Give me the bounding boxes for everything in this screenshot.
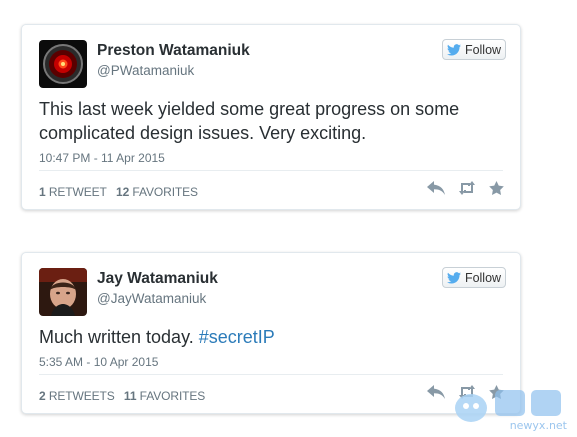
avatar[interactable] — [39, 40, 87, 88]
tweet-timestamp[interactable]: 5:35 AM - 10 Apr 2015 — [39, 355, 158, 369]
tweet-card-2: Jay Watamaniuk @JayWatamaniuk Follow Muc… — [21, 252, 521, 414]
author-handle[interactable]: @PWatamaniuk — [97, 63, 194, 78]
author-handle[interactable]: @JayWatamaniuk — [97, 291, 206, 306]
tweet-stats: 2 RETWEETS 11 FAVORITES — [39, 389, 205, 403]
favorite-label[interactable]: FAVORITES — [132, 185, 198, 199]
reply-icon[interactable] — [427, 385, 445, 404]
follow-button[interactable]: Follow — [442, 39, 506, 60]
retweet-icon[interactable] — [457, 385, 477, 404]
author-name[interactable]: Preston Watamaniuk — [97, 42, 250, 60]
tweet-actions — [427, 385, 504, 404]
tweet-text-prefix: Much written today. — [39, 327, 199, 347]
tweet-stats: 1 RETWEET 12 FAVORITES — [39, 185, 198, 199]
hashtag-link[interactable]: #secretIP — [199, 327, 275, 347]
favorite-count[interactable]: 11 — [124, 389, 137, 403]
divider — [39, 170, 503, 171]
twitter-bird-icon — [446, 271, 461, 284]
divider — [39, 374, 503, 375]
tweet-actions — [427, 181, 504, 200]
retweet-count[interactable]: 2 — [39, 389, 46, 403]
tweet-card-1: Preston Watamaniuk @PWatamaniuk Follow T… — [21, 24, 521, 210]
reply-icon[interactable] — [427, 181, 445, 200]
follow-label: Follow — [464, 42, 502, 57]
retweet-count[interactable]: 1 — [39, 185, 46, 199]
avatar[interactable] — [39, 268, 87, 316]
retweet-label[interactable]: RETWEET — [49, 185, 107, 199]
retweet-label[interactable]: RETWEETS — [49, 389, 115, 403]
favorite-icon[interactable] — [489, 385, 504, 404]
favorite-label[interactable]: FAVORITES — [140, 389, 206, 403]
follow-button[interactable]: Follow — [442, 267, 506, 288]
retweet-icon[interactable] — [457, 181, 477, 200]
tweet-timestamp[interactable]: 10:47 PM - 11 Apr 2015 — [39, 151, 165, 165]
favorite-icon[interactable] — [489, 181, 504, 200]
author-name[interactable]: Jay Watamaniuk — [97, 270, 218, 288]
follow-label: Follow — [464, 270, 502, 285]
favorite-count[interactable]: 12 — [116, 185, 129, 199]
watermark-text: newyx.net — [509, 419, 567, 432]
tweet-text: This last week yielded some great progre… — [39, 99, 460, 143]
tweet-text: Much written today. #secretIP — [39, 325, 479, 349]
twitter-bird-icon — [446, 43, 461, 56]
